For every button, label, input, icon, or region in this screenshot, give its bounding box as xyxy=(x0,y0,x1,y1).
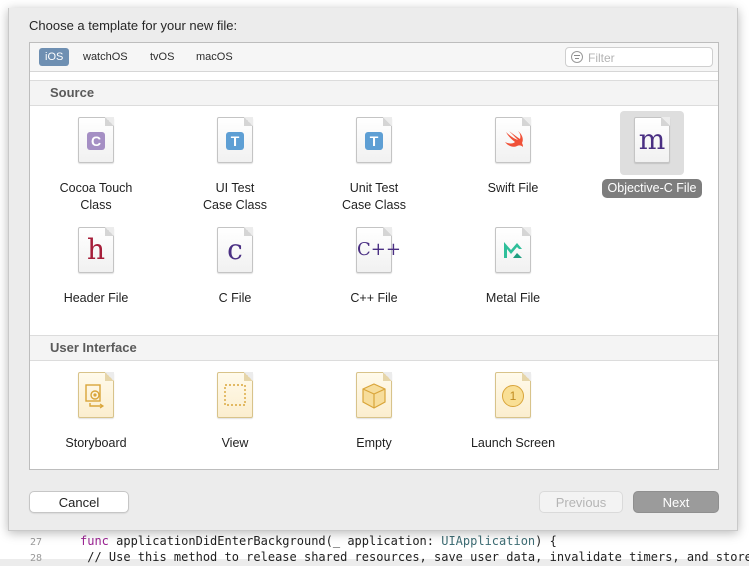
swift-bird-icon xyxy=(505,131,523,147)
template-empty[interactable]: Empty xyxy=(312,366,436,453)
template-cocoa-touch-class[interactable]: C Cocoa Touch Class xyxy=(34,111,158,215)
code-keyword: func xyxy=(80,534,117,548)
template-view[interactable]: View xyxy=(173,366,297,453)
empty-icon xyxy=(356,372,392,418)
cocoa-touch-class-icon: C xyxy=(78,117,114,163)
header-file-icon: h xyxy=(78,227,114,273)
section-header-user-interface: User Interface xyxy=(30,335,718,361)
filter-field[interactable] xyxy=(565,47,713,67)
template-label: View xyxy=(221,436,249,450)
cpp-file-icon: C++ xyxy=(356,227,401,273)
template-label: C File xyxy=(218,291,252,305)
section-header-source: Source xyxy=(30,80,718,106)
template-browser: iOS watchOS tvOS macOS Source C Cocoa To… xyxy=(29,42,719,470)
filter-icon xyxy=(571,51,583,63)
swift-file-icon xyxy=(495,117,531,163)
tab-tvos[interactable]: tvOS xyxy=(144,48,180,66)
template-storyboard[interactable]: Storyboard xyxy=(34,366,158,453)
filter-input[interactable] xyxy=(586,49,710,67)
objective-c-file-icon: m xyxy=(634,117,670,163)
template-c-file[interactable]: c C File xyxy=(173,221,297,308)
template-launch-screen[interactable]: 1 Launch Screen xyxy=(451,366,575,453)
dialog-prompt: Choose a template for your new file: xyxy=(29,18,238,33)
template-objective-c-file[interactable]: m Objective-C File xyxy=(590,111,714,198)
template-ui-test-case-class[interactable]: T UI Test Case Class xyxy=(173,111,297,215)
c-file-icon: c xyxy=(217,227,253,273)
code-function-signature: applicationDidEnterBackground(_ applicat… xyxy=(116,534,442,548)
next-button[interactable]: Next xyxy=(633,491,719,513)
cancel-button[interactable]: Cancel xyxy=(29,491,129,513)
previous-button[interactable]: Previous xyxy=(539,491,623,513)
code-comment: // Use this method to release shared res… xyxy=(80,550,749,564)
template-label: Cocoa Touch Class xyxy=(59,181,133,212)
storyboard-icon xyxy=(78,372,114,418)
line-number: 28 xyxy=(29,553,42,564)
ui-test-case-class-icon: T xyxy=(217,117,253,163)
template-unit-test-case-class[interactable]: T Unit Test Case Class xyxy=(312,111,436,215)
template-metal-file[interactable]: Metal File xyxy=(451,221,575,308)
launch-screen-icon: 1 xyxy=(495,372,531,418)
unit-test-case-class-icon: T xyxy=(356,117,392,163)
template-label: Empty xyxy=(356,436,392,450)
template-label: Storyboard xyxy=(65,436,127,450)
template-header-file[interactable]: h Header File xyxy=(34,221,158,308)
view-icon xyxy=(217,372,253,418)
tab-macos[interactable]: macOS xyxy=(190,48,239,66)
code-post: ) { xyxy=(535,534,557,548)
template-label: Header File xyxy=(63,291,129,305)
template-label: C++ File xyxy=(350,291,398,305)
platform-tab-bar: iOS watchOS tvOS macOS xyxy=(30,43,718,72)
template-swift-file[interactable]: Swift File xyxy=(451,111,575,198)
tab-watchos[interactable]: watchOS xyxy=(77,48,134,66)
template-label: Launch Screen xyxy=(470,436,556,450)
template-label: Metal File xyxy=(485,291,541,305)
code-line-28: 28 // Use this method to release shared … xyxy=(0,548,749,566)
tab-ios[interactable]: iOS xyxy=(39,48,70,66)
template-label: UI Test Case Class xyxy=(203,181,267,212)
new-file-template-sheet: Choose a template for your new file: iOS… xyxy=(8,8,738,531)
template-cpp-file[interactable]: C++ C++ File xyxy=(312,221,436,308)
template-label: Objective-C File xyxy=(601,179,703,198)
metal-file-icon xyxy=(495,227,531,273)
template-label: Unit Test Case Class xyxy=(342,181,406,212)
template-label: Swift File xyxy=(487,181,539,195)
code-type: UIApplication xyxy=(441,534,536,548)
metal-m-icon xyxy=(504,242,522,258)
